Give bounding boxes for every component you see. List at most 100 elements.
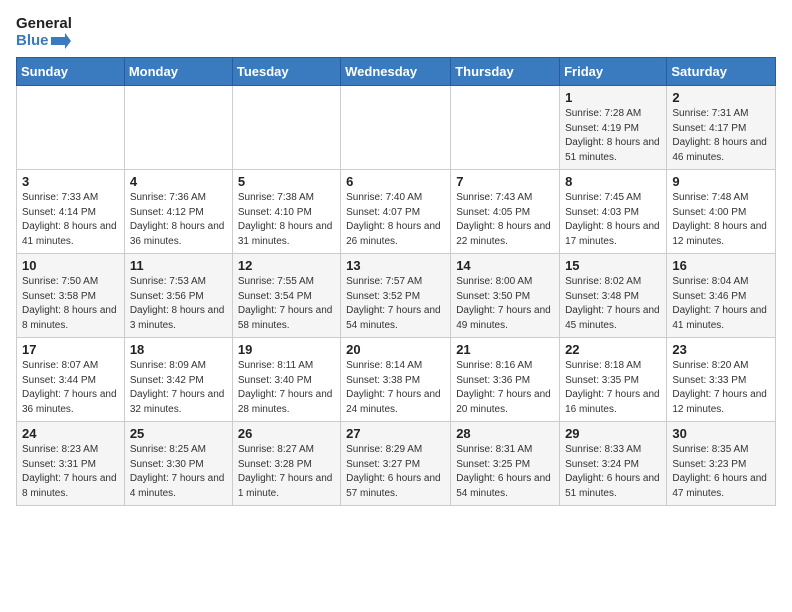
- weekday-header-thursday: Thursday: [451, 58, 560, 86]
- day-number: 16: [672, 258, 770, 273]
- calendar-week-row: 17 Sunrise: 8:07 AMSunset: 3:44 PMDayligh…: [17, 338, 776, 422]
- day-info: Sunrise: 7:43 AMSunset: 4:05 PMDaylight:…: [456, 191, 554, 249]
- logo: General Blue: [16, 16, 72, 49]
- weekday-header-friday: Friday: [560, 58, 667, 86]
- day-info: Sunrise: 8:07 AMSunset: 3:44 PMDaylight:…: [22, 359, 119, 417]
- day-number: 29: [565, 426, 661, 441]
- day-info: Sunrise: 8:31 AMSunset: 3:25 PMDaylight:…: [456, 443, 554, 501]
- day-number: 12: [238, 258, 335, 273]
- calendar-cell: 29 Sunrise: 8:33 AMSunset: 3:24 PMDayligh…: [560, 422, 667, 506]
- calendar-cell: 26 Sunrise: 8:27 AMSunset: 3:28 PMDayligh…: [232, 422, 340, 506]
- day-info: Sunrise: 8:00 AMSunset: 3:50 PMDaylight:…: [456, 275, 554, 333]
- calendar-cell: 9 Sunrise: 7:48 AMSunset: 4:00 PMDaylight…: [667, 170, 776, 254]
- day-number: 2: [672, 90, 770, 105]
- day-number: 20: [346, 342, 445, 357]
- day-info: Sunrise: 7:31 AMSunset: 4:17 PMDaylight:…: [672, 107, 770, 165]
- calendar-cell: 17 Sunrise: 8:07 AMSunset: 3:44 PMDayligh…: [17, 338, 125, 422]
- weekday-header-saturday: Saturday: [667, 58, 776, 86]
- day-number: 27: [346, 426, 445, 441]
- calendar-cell: 10Sunrise: 7:50 AMSunset: 3:58 PMDayligh…: [17, 254, 125, 338]
- day-info: Sunrise: 8:09 AMSunset: 3:42 PMDaylight:…: [130, 359, 227, 417]
- day-info: Sunrise: 7:55 AMSunset: 3:54 PMDaylight:…: [238, 275, 335, 333]
- calendar-cell: 12 Sunrise: 7:55 AMSunset: 3:54 PMDayligh…: [232, 254, 340, 338]
- calendar-cell: 21 Sunrise: 8:16 AMSunset: 3:36 PMDayligh…: [451, 338, 560, 422]
- calendar-cell: 22Sunrise: 8:18 AMSunset: 3:35 PMDayligh…: [560, 338, 667, 422]
- day-info: Sunrise: 7:36 AMSunset: 4:12 PMDaylight:…: [130, 191, 227, 249]
- day-number: 14: [456, 258, 554, 273]
- day-info: Sunrise: 8:23 AMSunset: 3:31 PMDaylight:…: [22, 443, 119, 501]
- calendar-cell: 6Sunrise: 7:40 AMSunset: 4:07 PMDaylight…: [341, 170, 451, 254]
- day-number: 28: [456, 426, 554, 441]
- day-number: 21: [456, 342, 554, 357]
- calendar-cell: 25 Sunrise: 8:25 AMSunset: 3:30 PMDayligh…: [124, 422, 232, 506]
- day-number: 8: [565, 174, 661, 189]
- day-number: 15: [565, 258, 661, 273]
- day-number: 24: [22, 426, 119, 441]
- day-info: Sunrise: 7:48 AMSunset: 4:00 PMDaylight:…: [672, 191, 770, 249]
- day-number: 19: [238, 342, 335, 357]
- calendar-cell: 20 Sunrise: 8:14 AMSunset: 3:38 PMDayligh…: [341, 338, 451, 422]
- weekday-header-monday: Monday: [124, 58, 232, 86]
- calendar-cell: 27 Sunrise: 8:29 AMSunset: 3:27 PMDayligh…: [341, 422, 451, 506]
- day-number: 13: [346, 258, 445, 273]
- calendar-cell: [451, 86, 560, 170]
- day-number: 18: [130, 342, 227, 357]
- calendar-cell: [232, 86, 340, 170]
- day-info: Sunrise: 8:11 AMSunset: 3:40 PMDaylight:…: [238, 359, 335, 417]
- calendar-cell: 8 Sunrise: 7:45 AMSunset: 4:03 PMDaylight…: [560, 170, 667, 254]
- day-info: Sunrise: 8:33 AMSunset: 3:24 PMDaylight:…: [565, 443, 661, 501]
- calendar-cell: 4 Sunrise: 7:36 AMSunset: 4:12 PMDaylight…: [124, 170, 232, 254]
- calendar-cell: 16Sunrise: 8:04 AMSunset: 3:46 PMDayligh…: [667, 254, 776, 338]
- day-number: 5: [238, 174, 335, 189]
- calendar-cell: 18 Sunrise: 8:09 AMSunset: 3:42 PMDayligh…: [124, 338, 232, 422]
- calendar-cell: 13Sunrise: 7:57 AMSunset: 3:52 PMDayligh…: [341, 254, 451, 338]
- calendar-cell: 14 Sunrise: 8:00 AMSunset: 3:50 PMDayligh…: [451, 254, 560, 338]
- calendar-week-row: 3 Sunrise: 7:33 AMSunset: 4:14 PMDaylight…: [17, 170, 776, 254]
- calendar-week-row: 10Sunrise: 7:50 AMSunset: 3:58 PMDayligh…: [17, 254, 776, 338]
- day-info: Sunrise: 8:29 AMSunset: 3:27 PMDaylight:…: [346, 443, 445, 501]
- day-number: 9: [672, 174, 770, 189]
- day-info: Sunrise: 8:18 AMSunset: 3:35 PMDaylight:…: [565, 359, 661, 417]
- logo-text-block: General Blue: [16, 16, 72, 49]
- weekday-header-tuesday: Tuesday: [232, 58, 340, 86]
- calendar-cell: 1Sunrise: 7:28 AMSunset: 4:19 PMDaylight…: [560, 86, 667, 170]
- logo-general: General: [16, 16, 72, 33]
- calendar-cell: 3 Sunrise: 7:33 AMSunset: 4:14 PMDaylight…: [17, 170, 125, 254]
- weekday-header-sunday: Sunday: [17, 58, 125, 86]
- day-info: Sunrise: 8:25 AMSunset: 3:30 PMDaylight:…: [130, 443, 227, 501]
- calendar-cell: 19 Sunrise: 8:11 AMSunset: 3:40 PMDayligh…: [232, 338, 340, 422]
- day-info: Sunrise: 8:16 AMSunset: 3:36 PMDaylight:…: [456, 359, 554, 417]
- calendar-table: SundayMondayTuesdayWednesdayThursdayFrid…: [16, 57, 776, 506]
- day-info: Sunrise: 8:27 AMSunset: 3:28 PMDaylight:…: [238, 443, 335, 501]
- calendar-cell: 11Sunrise: 7:53 AMSunset: 3:56 PMDayligh…: [124, 254, 232, 338]
- calendar-cell: 5 Sunrise: 7:38 AMSunset: 4:10 PMDaylight…: [232, 170, 340, 254]
- calendar-cell: 28 Sunrise: 8:31 AMSunset: 3:25 PMDayligh…: [451, 422, 560, 506]
- day-info: Sunrise: 7:45 AMSunset: 4:03 PMDaylight:…: [565, 191, 661, 249]
- logo-blue: Blue: [16, 33, 72, 50]
- page-header: General Blue: [16, 16, 776, 49]
- day-info: Sunrise: 7:40 AMSunset: 4:07 PMDaylight:…: [346, 191, 445, 249]
- calendar-cell: 23 Sunrise: 8:20 AMSunset: 3:33 PMDayligh…: [667, 338, 776, 422]
- day-number: 23: [672, 342, 770, 357]
- day-number: 25: [130, 426, 227, 441]
- day-info: Sunrise: 8:02 AMSunset: 3:48 PMDaylight:…: [565, 275, 661, 333]
- day-number: 17: [22, 342, 119, 357]
- calendar-week-row: 1Sunrise: 7:28 AMSunset: 4:19 PMDaylight…: [17, 86, 776, 170]
- calendar-cell: 2 Sunrise: 7:31 AMSunset: 4:17 PMDaylight…: [667, 86, 776, 170]
- day-number: 10: [22, 258, 119, 273]
- day-info: Sunrise: 7:33 AMSunset: 4:14 PMDaylight:…: [22, 191, 119, 249]
- day-number: 3: [22, 174, 119, 189]
- day-info: Sunrise: 7:38 AMSunset: 4:10 PMDaylight:…: [238, 191, 335, 249]
- day-info: Sunrise: 8:20 AMSunset: 3:33 PMDaylight:…: [672, 359, 770, 417]
- calendar-cell: [17, 86, 125, 170]
- calendar-cell: [341, 86, 451, 170]
- calendar-cell: [124, 86, 232, 170]
- day-number: 4: [130, 174, 227, 189]
- weekday-header-wednesday: Wednesday: [341, 58, 451, 86]
- calendar-cell: 30Sunrise: 8:35 AMSunset: 3:23 PMDayligh…: [667, 422, 776, 506]
- day-number: 26: [238, 426, 335, 441]
- logo-arrow-icon: [51, 33, 71, 49]
- day-number: 30: [672, 426, 770, 441]
- day-info: Sunrise: 7:53 AMSunset: 3:56 PMDaylight:…: [130, 275, 227, 333]
- day-info: Sunrise: 8:14 AMSunset: 3:38 PMDaylight:…: [346, 359, 445, 417]
